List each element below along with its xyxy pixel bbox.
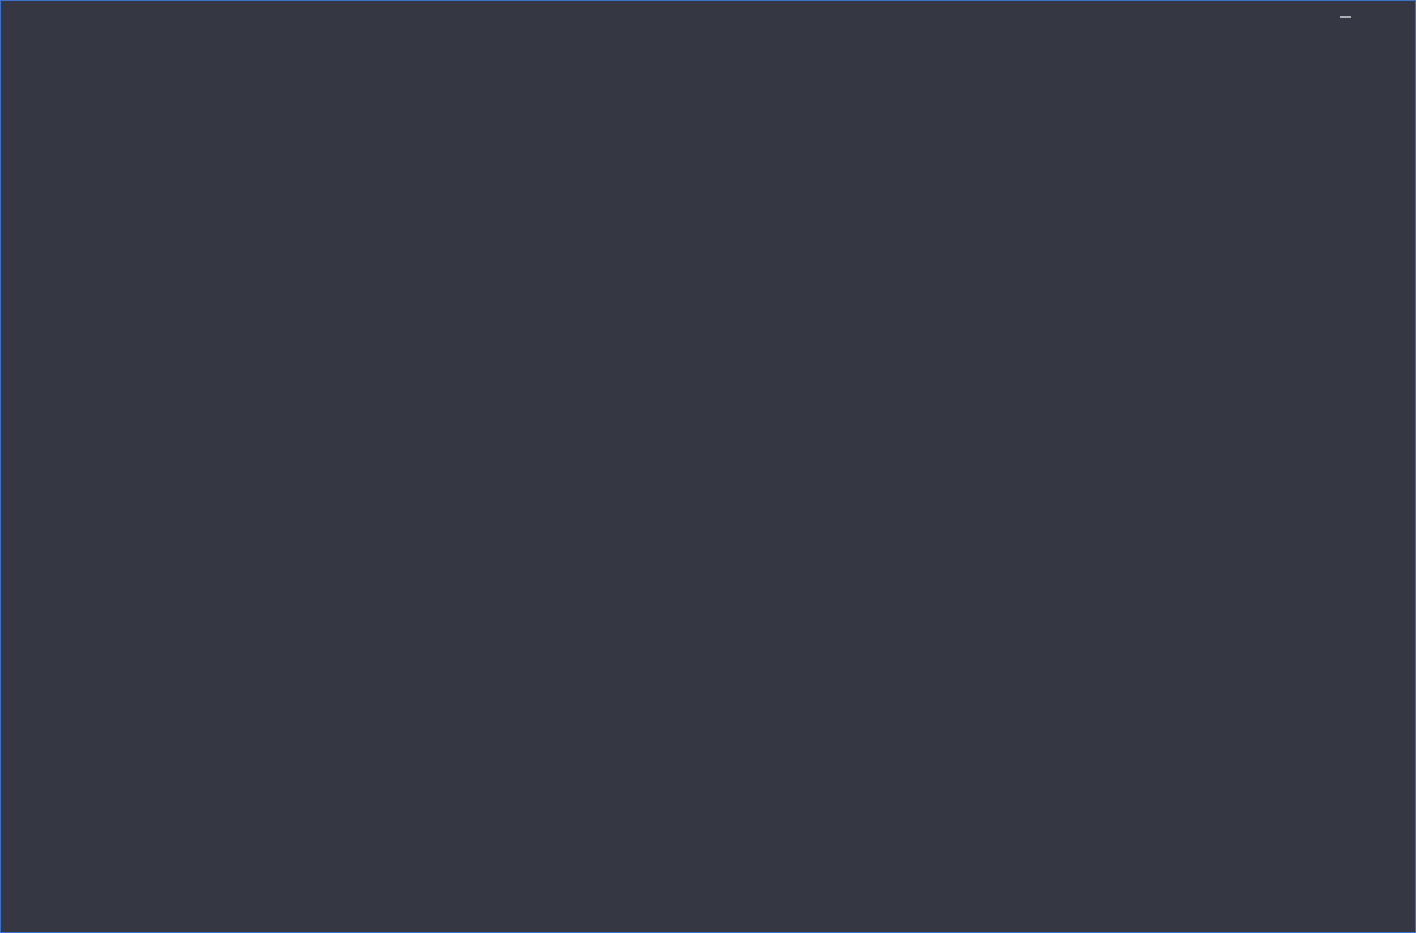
title-bar xyxy=(1,1,1415,33)
paint3d-window xyxy=(0,0,1416,933)
